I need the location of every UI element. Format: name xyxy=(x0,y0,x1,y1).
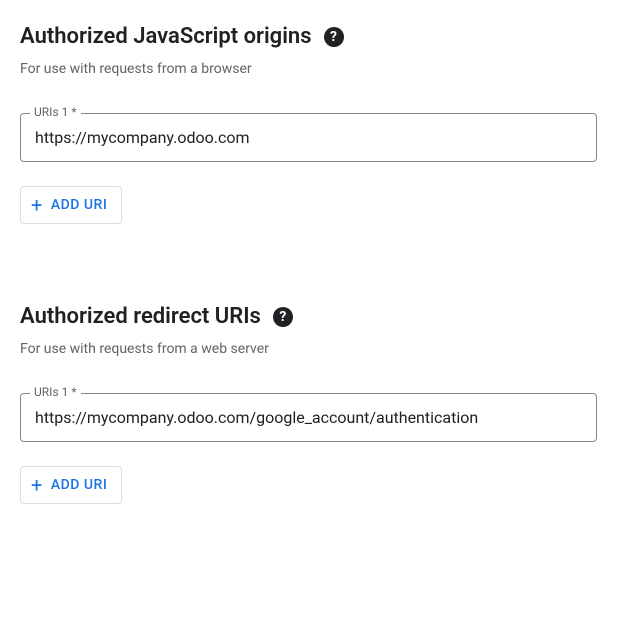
redirect-uris-description: For use with requests from a web server xyxy=(20,341,597,357)
js-origins-header: Authorized JavaScript origins ? xyxy=(20,24,597,49)
redirect-uris-input-label: URIs 1 * xyxy=(30,385,81,399)
add-uri-label: ADD URI xyxy=(51,477,107,493)
redirect-uris-title: Authorized redirect URIs xyxy=(20,304,261,329)
js-origins-uri-input[interactable] xyxy=(20,113,597,162)
redirect-uris-section: Authorized redirect URIs ? For use with … xyxy=(20,304,597,504)
redirect-uris-input-wrapper: URIs 1 * xyxy=(20,393,597,442)
add-uri-button[interactable]: + ADD URI xyxy=(20,186,122,224)
js-origins-input-wrapper: URIs 1 * xyxy=(20,113,597,162)
js-origins-title: Authorized JavaScript origins xyxy=(20,24,312,49)
js-origins-section: Authorized JavaScript origins ? For use … xyxy=(20,24,597,224)
js-origins-description: For use with requests from a browser xyxy=(20,61,597,77)
plus-icon: + xyxy=(31,475,43,495)
js-origins-input-label: URIs 1 * xyxy=(30,105,81,119)
redirect-uris-header: Authorized redirect URIs ? xyxy=(20,304,597,329)
add-uri-label: ADD URI xyxy=(51,197,107,213)
help-icon[interactable]: ? xyxy=(273,307,293,327)
plus-icon: + xyxy=(31,195,43,215)
add-uri-button[interactable]: + ADD URI xyxy=(20,466,122,504)
help-icon[interactable]: ? xyxy=(324,27,344,47)
redirect-uris-uri-input[interactable] xyxy=(20,393,597,442)
